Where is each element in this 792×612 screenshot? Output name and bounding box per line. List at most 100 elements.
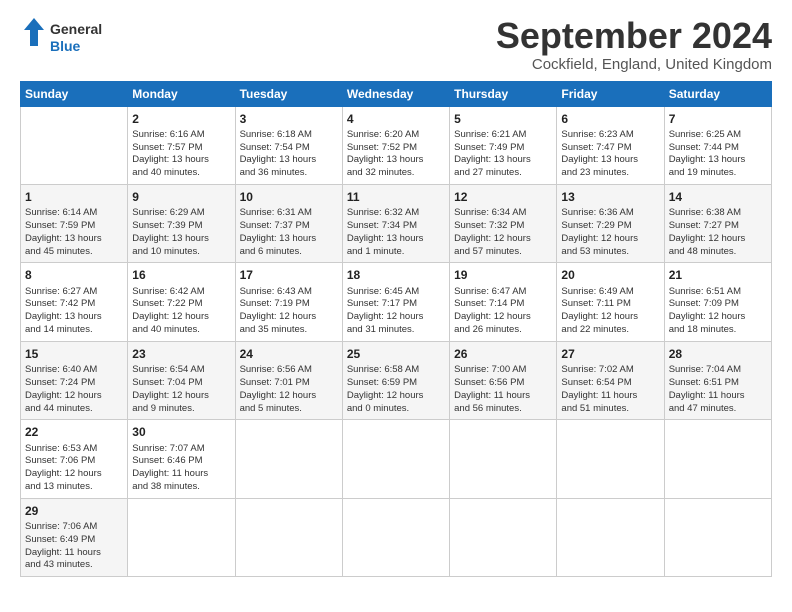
calendar-cell bbox=[450, 498, 557, 576]
day-info: Sunset: 7:19 PM bbox=[240, 298, 338, 311]
day-number: 29 bbox=[25, 503, 123, 519]
calendar-cell: 28Sunrise: 7:04 AMSunset: 6:51 PMDayligh… bbox=[664, 341, 771, 419]
day-info: Sunset: 7:39 PM bbox=[132, 220, 230, 233]
day-info: Sunrise: 6:45 AM bbox=[347, 286, 445, 299]
day-info: Daylight: 12 hours bbox=[25, 468, 123, 481]
day-info: Sunrise: 7:04 AM bbox=[669, 364, 767, 377]
day-info: Sunrise: 6:32 AM bbox=[347, 207, 445, 220]
day-number: 9 bbox=[132, 189, 230, 205]
day-number: 26 bbox=[454, 346, 552, 362]
day-info: and 27 minutes. bbox=[454, 167, 552, 180]
day-info: Daylight: 13 hours bbox=[132, 154, 230, 167]
day-info: and 51 minutes. bbox=[561, 403, 659, 416]
calendar-cell: 14Sunrise: 6:38 AMSunset: 7:27 PMDayligh… bbox=[664, 185, 771, 263]
day-info: and 40 minutes. bbox=[132, 167, 230, 180]
calendar-cell: 1Sunrise: 6:14 AMSunset: 7:59 PMDaylight… bbox=[21, 185, 128, 263]
header-row-days: Sunday Monday Tuesday Wednesday Thursday… bbox=[21, 81, 772, 106]
calendar-cell: 13Sunrise: 6:36 AMSunset: 7:29 PMDayligh… bbox=[557, 185, 664, 263]
day-info: Daylight: 12 hours bbox=[454, 233, 552, 246]
day-info: Sunset: 7:47 PM bbox=[561, 142, 659, 155]
day-info: and 57 minutes. bbox=[454, 246, 552, 259]
day-number: 24 bbox=[240, 346, 338, 362]
calendar-cell: 19Sunrise: 6:47 AMSunset: 7:14 PMDayligh… bbox=[450, 263, 557, 341]
day-info: Daylight: 13 hours bbox=[347, 154, 445, 167]
day-info: and 44 minutes. bbox=[25, 403, 123, 416]
calendar-cell: 4Sunrise: 6:20 AMSunset: 7:52 PMDaylight… bbox=[342, 106, 449, 184]
day-info: Sunset: 7:34 PM bbox=[347, 220, 445, 233]
col-saturday: Saturday bbox=[664, 81, 771, 106]
day-number: 12 bbox=[454, 189, 552, 205]
day-info: Daylight: 12 hours bbox=[25, 390, 123, 403]
day-info: Sunrise: 6:21 AM bbox=[454, 129, 552, 142]
day-info: and 38 minutes. bbox=[132, 481, 230, 494]
calendar-week-3: 15Sunrise: 6:40 AMSunset: 7:24 PMDayligh… bbox=[21, 341, 772, 419]
col-friday: Friday bbox=[557, 81, 664, 106]
day-info: Daylight: 12 hours bbox=[561, 311, 659, 324]
day-info: and 53 minutes. bbox=[561, 246, 659, 259]
day-info: Sunrise: 6:18 AM bbox=[240, 129, 338, 142]
calendar-cell: 23Sunrise: 6:54 AMSunset: 7:04 PMDayligh… bbox=[128, 341, 235, 419]
day-info: Sunrise: 7:02 AM bbox=[561, 364, 659, 377]
day-info: Daylight: 11 hours bbox=[25, 547, 123, 560]
day-number: 21 bbox=[669, 267, 767, 283]
day-info: Sunset: 7:54 PM bbox=[240, 142, 338, 155]
calendar-cell bbox=[235, 498, 342, 576]
day-info: and 14 minutes. bbox=[25, 324, 123, 337]
day-info: Sunrise: 6:29 AM bbox=[132, 207, 230, 220]
day-info: Sunset: 7:09 PM bbox=[669, 298, 767, 311]
day-info: Sunset: 7:29 PM bbox=[561, 220, 659, 233]
calendar-cell: 2Sunrise: 6:16 AMSunset: 7:57 PMDaylight… bbox=[128, 106, 235, 184]
day-info: Sunrise: 6:43 AM bbox=[240, 286, 338, 299]
day-number: 4 bbox=[347, 111, 445, 127]
calendar-cell: 11Sunrise: 6:32 AMSunset: 7:34 PMDayligh… bbox=[342, 185, 449, 263]
col-monday: Monday bbox=[128, 81, 235, 106]
day-number: 11 bbox=[347, 189, 445, 205]
day-number: 28 bbox=[669, 346, 767, 362]
page-container: General Blue September 2024 Cockfield, E… bbox=[0, 0, 792, 587]
day-number: 13 bbox=[561, 189, 659, 205]
day-info: Sunset: 7:57 PM bbox=[132, 142, 230, 155]
col-thursday: Thursday bbox=[450, 81, 557, 106]
calendar-cell bbox=[342, 498, 449, 576]
day-info: and 6 minutes. bbox=[240, 246, 338, 259]
day-info: and 1 minute. bbox=[347, 246, 445, 259]
day-number: 19 bbox=[454, 267, 552, 283]
day-info: Daylight: 12 hours bbox=[132, 311, 230, 324]
day-info: and 19 minutes. bbox=[669, 167, 767, 180]
day-info: Sunrise: 7:07 AM bbox=[132, 443, 230, 456]
day-info: Sunset: 7:44 PM bbox=[669, 142, 767, 155]
day-info: Daylight: 13 hours bbox=[669, 154, 767, 167]
day-info: Sunrise: 6:31 AM bbox=[240, 207, 338, 220]
calendar-week-0: 2Sunrise: 6:16 AMSunset: 7:57 PMDaylight… bbox=[21, 106, 772, 184]
calendar-cell bbox=[664, 498, 771, 576]
calendar-cell: 10Sunrise: 6:31 AMSunset: 7:37 PMDayligh… bbox=[235, 185, 342, 263]
calendar-cell bbox=[21, 106, 128, 184]
calendar-cell: 27Sunrise: 7:02 AMSunset: 6:54 PMDayligh… bbox=[557, 341, 664, 419]
day-info: and 35 minutes. bbox=[240, 324, 338, 337]
day-info: and 43 minutes. bbox=[25, 559, 123, 572]
day-info: Sunrise: 6:27 AM bbox=[25, 286, 123, 299]
day-info: Sunrise: 7:06 AM bbox=[25, 521, 123, 534]
day-info: and 32 minutes. bbox=[347, 167, 445, 180]
day-info: Daylight: 12 hours bbox=[454, 311, 552, 324]
calendar-week-5: 29Sunrise: 7:06 AMSunset: 6:49 PMDayligh… bbox=[21, 498, 772, 576]
title-block: September 2024 Cockfield, England, Unite… bbox=[496, 16, 772, 73]
day-info: Sunrise: 6:42 AM bbox=[132, 286, 230, 299]
calendar-week-4: 22Sunrise: 6:53 AMSunset: 7:06 PMDayligh… bbox=[21, 420, 772, 498]
calendar-week-2: 8Sunrise: 6:27 AMSunset: 7:42 PMDaylight… bbox=[21, 263, 772, 341]
day-info: Sunrise: 6:38 AM bbox=[669, 207, 767, 220]
day-number: 8 bbox=[25, 267, 123, 283]
day-number: 23 bbox=[132, 346, 230, 362]
day-info: Sunrise: 6:51 AM bbox=[669, 286, 767, 299]
day-info: Daylight: 13 hours bbox=[25, 233, 123, 246]
day-info: Daylight: 12 hours bbox=[240, 311, 338, 324]
day-info: and 56 minutes. bbox=[454, 403, 552, 416]
day-info: Sunrise: 6:36 AM bbox=[561, 207, 659, 220]
day-number: 3 bbox=[240, 111, 338, 127]
day-info: Sunset: 6:56 PM bbox=[454, 377, 552, 390]
day-info: and 23 minutes. bbox=[561, 167, 659, 180]
calendar-cell: 12Sunrise: 6:34 AMSunset: 7:32 PMDayligh… bbox=[450, 185, 557, 263]
day-number: 14 bbox=[669, 189, 767, 205]
day-number: 15 bbox=[25, 346, 123, 362]
day-info: and 13 minutes. bbox=[25, 481, 123, 494]
